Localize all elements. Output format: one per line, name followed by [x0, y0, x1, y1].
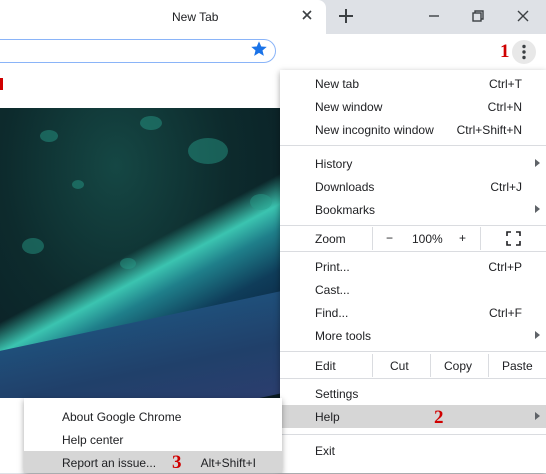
zoom-in-button[interactable]: + [459, 231, 466, 245]
menu-separator [280, 434, 546, 435]
three-dots-icon [522, 44, 526, 60]
menu-row-zoom: Zoom − 100% + [280, 227, 546, 250]
submenu-arrow-icon [535, 412, 540, 420]
submenu-arrow-icon [535, 159, 540, 167]
menu-item-bookmarks[interactable]: Bookmarks [280, 198, 546, 221]
chrome-main-menu: New tab Ctrl+T New window Ctrl+N New inc… [280, 70, 546, 473]
menu-item-label: Cast... [315, 283, 350, 297]
menu-row-edit: Edit Cut Copy Paste [280, 354, 546, 377]
cut-button[interactable]: Cut [390, 359, 409, 373]
menu-item-cast[interactable]: Cast... [280, 278, 546, 301]
menu-item-label: Downloads [315, 180, 375, 194]
menu-item-label: New window [315, 100, 383, 114]
menu-item-new-tab[interactable]: New tab Ctrl+T [280, 72, 546, 95]
menu-item-settings[interactable]: Settings [280, 382, 546, 405]
menu-item-shortcut: Ctrl+T [489, 77, 522, 91]
menu-item-shortcut: Ctrl+F [489, 306, 522, 320]
menu-item-new-window[interactable]: New window Ctrl+N [280, 95, 546, 118]
menu-item-label: Settings [315, 387, 359, 401]
step-marker-1: 1 [500, 41, 510, 62]
close-tab-icon[interactable] [300, 8, 314, 22]
menu-item-history[interactable]: History [280, 152, 546, 175]
help-submenu: About Google Chrome Help center Report a… [24, 398, 282, 473]
edit-label: Edit [315, 359, 336, 373]
menu-separator [280, 145, 546, 146]
menu-item-label: New tab [315, 77, 360, 91]
fullscreen-icon[interactable] [506, 231, 521, 246]
menu-item-help[interactable]: Help [280, 405, 546, 428]
submenu-arrow-icon [535, 331, 540, 339]
menu-item-label: Help [315, 410, 340, 424]
menu-item-label: Help center [62, 433, 124, 447]
menu-item-find[interactable]: Find... Ctrl+F [280, 301, 546, 324]
chrome-menu-button[interactable] [512, 40, 536, 64]
cropped-red-mark [0, 78, 3, 90]
step-marker-3: 3 [172, 452, 182, 473]
restore-icon[interactable] [468, 6, 488, 26]
submenu-arrow-icon [535, 205, 540, 213]
bookmark-star-icon[interactable] [250, 40, 268, 58]
submenu-item-about-chrome[interactable]: About Google Chrome [24, 405, 282, 428]
copy-button[interactable]: Copy [444, 359, 472, 373]
menu-item-shortcut: Ctrl+P [488, 260, 522, 274]
menu-item-label: New incognito window [315, 123, 434, 137]
menu-item-shortcut: Ctrl+Shift+N [456, 123, 522, 137]
background-image [0, 108, 290, 398]
address-bar[interactable] [0, 39, 276, 63]
menu-separator [280, 351, 546, 352]
menu-separator [280, 225, 546, 226]
zoom-out-button[interactable]: − [386, 231, 393, 245]
menu-item-shortcut: Ctrl+N [487, 100, 522, 114]
menu-item-exit[interactable]: Exit [280, 439, 546, 462]
tab-title: New Tab [172, 10, 219, 24]
submenu-item-help-center[interactable]: Help center [24, 428, 282, 451]
menu-item-label: More tools [315, 329, 372, 343]
menu-item-shortcut: Alt+Shift+I [200, 456, 256, 470]
menu-item-label: About Google Chrome [62, 410, 182, 424]
menu-item-label: Print... [315, 260, 350, 274]
zoom-level: 100% [412, 232, 443, 246]
new-tab-plus-icon[interactable] [336, 6, 356, 26]
toolbar [0, 34, 546, 70]
menu-separator [280, 378, 546, 379]
menu-item-more-tools[interactable]: More tools [280, 324, 546, 347]
minimize-icon[interactable] [424, 6, 444, 26]
close-window-icon[interactable] [513, 6, 533, 26]
menu-separator [280, 251, 546, 252]
step-marker-2: 2 [434, 407, 444, 428]
menu-item-label: Report an issue... [62, 456, 157, 470]
menu-item-label: Find... [315, 306, 349, 320]
menu-item-downloads[interactable]: Downloads Ctrl+J [280, 175, 546, 198]
tab-new-tab[interactable]: New Tab [0, 0, 326, 34]
menu-item-label: History [315, 157, 353, 171]
menu-item-label: Bookmarks [315, 203, 376, 217]
menu-item-label: Exit [315, 444, 336, 458]
menu-item-print[interactable]: Print... Ctrl+P [280, 255, 546, 278]
menu-item-shortcut: Ctrl+J [490, 180, 522, 194]
title-bar: New Tab [0, 0, 546, 34]
menu-item-new-incognito-window[interactable]: New incognito window Ctrl+Shift+N [280, 118, 546, 141]
submenu-item-report-issue[interactable]: Report an issue... Alt+Shift+I [24, 451, 282, 473]
zoom-label: Zoom [315, 232, 346, 246]
paste-button[interactable]: Paste [502, 359, 533, 373]
